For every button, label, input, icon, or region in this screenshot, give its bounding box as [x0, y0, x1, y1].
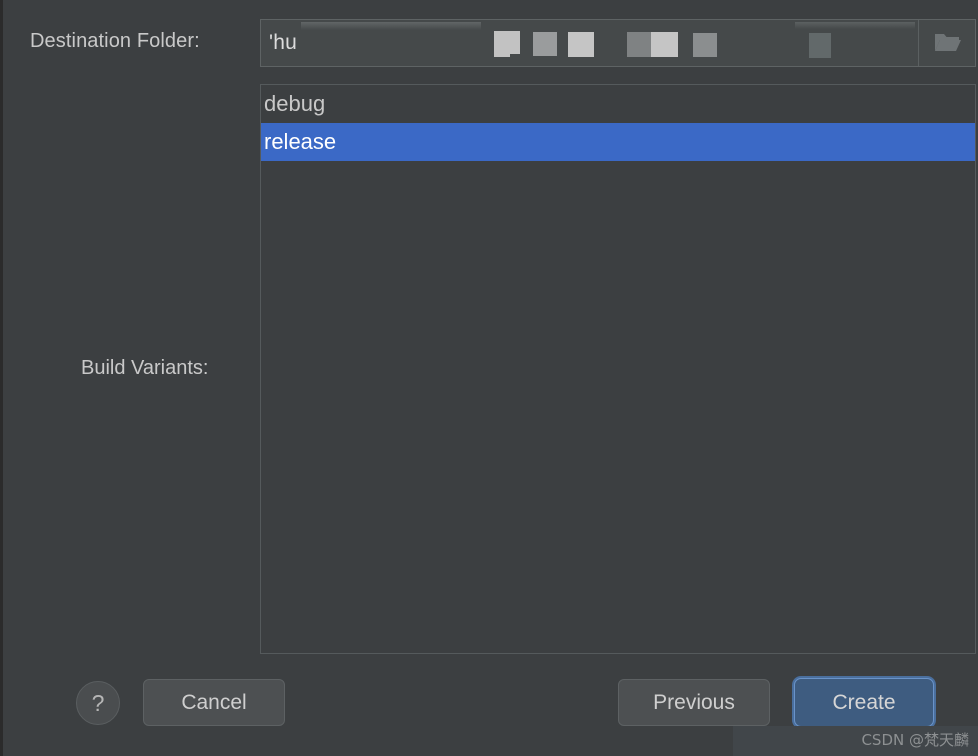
- folder-open-icon: [933, 31, 961, 55]
- window-left-edge: [0, 0, 3, 756]
- redaction-block: [568, 31, 594, 57]
- redaction-block: [533, 32, 557, 56]
- destination-folder-field[interactable]: 'hu: [260, 19, 976, 67]
- build-variant-item-release[interactable]: release: [261, 123, 975, 161]
- redaction-block: [809, 32, 831, 58]
- help-button[interactable]: ?: [76, 681, 120, 725]
- build-variant-label: release: [264, 129, 337, 154]
- build-variants-list[interactable]: debug release: [260, 84, 976, 654]
- field-highlight-smudge: [301, 22, 481, 30]
- build-variants-label: Build Variants:: [81, 357, 209, 379]
- build-variant-item-debug[interactable]: debug: [261, 85, 975, 123]
- field-highlight-smudge-right: [795, 22, 915, 29]
- watermark-text: CSDN @梵天麟: [861, 731, 969, 749]
- cancel-button[interactable]: Cancel: [143, 679, 285, 726]
- previous-button[interactable]: Previous: [618, 679, 770, 726]
- build-variant-label: debug: [264, 91, 326, 116]
- redaction-block: [693, 33, 717, 57]
- redaction-block: [651, 31, 678, 57]
- redaction-block: [627, 31, 651, 57]
- browse-folder-button[interactable]: [918, 20, 975, 66]
- destination-folder-label: Destination Folder:: [30, 30, 200, 52]
- create-button[interactable]: Create: [794, 678, 934, 727]
- destination-folder-value: 'hu: [269, 31, 297, 54]
